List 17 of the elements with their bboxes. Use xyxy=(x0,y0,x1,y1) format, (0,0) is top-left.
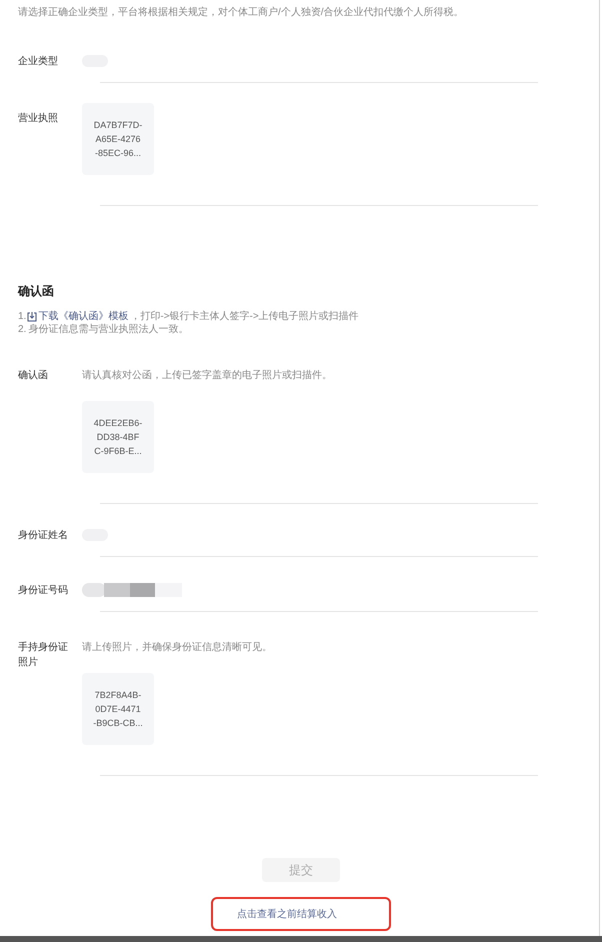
instruction-step: 2. 身份证信息需与营业执照法人一致。 xyxy=(18,323,602,336)
uploaded-file-thumbnail[interactable]: 7B2F8A4B- 0D7E-4471 -B9CB-CB... xyxy=(82,673,154,745)
field-hint: 请上传照片，并确保身份证信息清晰可见。 xyxy=(82,640,272,655)
field-label: 确认函 xyxy=(18,369,49,383)
field-label: 身份证号码 xyxy=(18,584,69,598)
field-label: 企业类型 xyxy=(18,54,59,68)
uploaded-file-thumbnail[interactable]: DA7B7F7D- A65E-4276 -85EC-96... xyxy=(82,103,154,175)
field-label: 身份证姓名 xyxy=(18,528,69,542)
instruction-step: 1. 下载《确认函》模板 ，打印->银行卡主体人签字->上传电子照片或扫描件 xyxy=(18,310,602,323)
field-label: 营业执照 xyxy=(18,112,59,126)
section-heading: 确认函 xyxy=(18,283,55,300)
notice-text: 请选择正确企业类型，平台将根据相关规定，对个体工商户/个人独资/合伙企业代扣代缴个人所得税。 xyxy=(18,6,465,20)
uploaded-file-thumbnail[interactable]: 4DEE2EB6- DD38-4BF C-9F6B-E... xyxy=(82,401,154,473)
download-icon xyxy=(27,311,38,322)
download-template-link[interactable]: 下载《确认函》模板 xyxy=(38,310,128,323)
field-label: 手持身份证照片 xyxy=(18,640,69,670)
field-hint: 请认真核对公函，上传已签字盖章的电子照片或扫描件。 xyxy=(82,368,332,383)
